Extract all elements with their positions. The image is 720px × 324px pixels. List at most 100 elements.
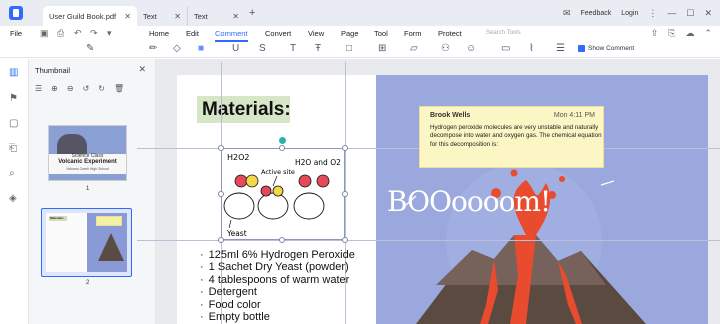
zoom-out-icon[interactable]: ⊖ [67,84,74,93]
menu-comment[interactable]: Comment [215,29,248,42]
color-swatch-icon[interactable]: ■ [198,43,204,54]
tab-text-2[interactable]: Text ✕ [187,6,245,26]
menu-tool[interactable]: Tool [374,29,388,38]
eraser-icon[interactable]: ◇ [173,43,181,54]
tab-user-guild-book[interactable]: User Guild Book.pdf ✕ [43,6,137,26]
save-icon[interactable]: ▣ [40,28,49,39]
page-number: 2 [86,280,90,286]
thumbnail-text: Volcanic Experiment [58,159,117,165]
delete-icon[interactable]: 🗑 [114,84,124,93]
list-item: 1 Sachet Dry Yeast (powder) [200,261,355,273]
undo-icon[interactable]: ↶ [74,28,82,39]
menu-protect[interactable]: Protect [438,29,462,38]
login-link[interactable]: Login [621,10,638,17]
show-comment-label: Show Comment [588,45,635,52]
comment-icon[interactable]: ▢ [9,118,18,129]
minimize-icon[interactable]: — [667,8,676,18]
dropdown-icon[interactable]: ▾ [107,28,112,39]
thumbnail-text: Volcano Creek High School [66,167,109,171]
left-rail: ▥ ⚑ ▢ ⎗ ⌕ ◈ [0,59,29,324]
thumbnail-image [57,134,87,154]
shape-icon[interactable]: □ [346,43,352,54]
highlight-icon[interactable]: ✎ [86,43,94,54]
underline-icon[interactable]: U [232,43,239,54]
rotate-left-icon[interactable]: ↺ [83,84,90,93]
list-item: Empty bottle [200,311,355,323]
close-window-icon[interactable]: ✕ [704,8,712,19]
thumbnail-text: Materials: [49,216,67,221]
resize-handle[interactable] [218,191,224,197]
rotate-handle[interactable] [279,137,286,144]
strikethrough-icon[interactable]: S [259,43,266,54]
area-icon[interactable]: ▱ [410,43,418,54]
share-icon[interactable]: ⇪ [651,28,659,39]
menu-edit[interactable]: Edit [186,29,199,38]
new-tab-icon[interactable]: + [249,7,255,19]
menu-form[interactable]: Form [404,29,422,38]
collapse-icon[interactable]: ⌃ [704,28,712,39]
redo-icon[interactable]: ↷ [90,28,98,39]
resize-handle[interactable] [218,237,224,243]
comment-text: Hydrogen peroxide molecules are very uns… [430,124,602,148]
resize-handle[interactable] [279,145,285,151]
page-thumbnail-2[interactable]: Materials: [41,208,132,277]
layers-icon[interactable]: ◈ [9,193,17,204]
close-icon[interactable]: ✕ [232,12,239,21]
resize-handle[interactable] [279,237,285,243]
menu-view[interactable]: View [308,29,324,38]
resize-handle[interactable] [218,145,224,151]
comment-author: Brook Wells [430,112,471,119]
list-item: Detergent [200,286,355,298]
search-tools-input[interactable]: Search Tools [486,30,521,36]
attachment-icon[interactable]: ⌇ [529,43,534,54]
attachment-panel-icon[interactable]: ⎗ [9,143,17,154]
resize-handle[interactable] [342,145,348,151]
close-icon[interactable]: ✕ [138,64,146,75]
cloud-icon[interactable]: ☁ [685,28,694,39]
menu-page[interactable]: Page [341,29,359,38]
measure-icon[interactable]: ⊞ [378,43,386,54]
menu-bar: File ▣ ⎙ ↶ ↷ ▾ Home Edit Comment Convert… [0,26,720,42]
manage-comments-icon[interactable]: ☰ [556,43,565,54]
text-comment-icon[interactable]: Ŧ [315,43,321,54]
pencil-icon[interactable]: ✏ [149,43,157,54]
tab-label: User Guild Book.pdf [49,11,117,21]
textbox-icon[interactable]: T [290,43,296,54]
show-comment-toggle[interactable]: Show Comment [578,45,634,52]
search-icon[interactable]: ⌕ [9,168,15,179]
zoom-in-icon[interactable]: ⊕ [51,84,58,93]
export-icon[interactable]: ⎘ [668,28,675,39]
comment-toolbar: ✎ ✏ ◇ ■ U S T Ŧ □ ⊞ ▱ ⚇ ☺ ▭ ⌇ ☰ Show Com… [0,42,720,58]
stamp-icon[interactable]: ⚇ [441,43,450,54]
checkbox-checked-icon[interactable] [578,45,585,52]
signature-icon[interactable]: ☺ [466,43,476,54]
list-item: Food color [200,299,355,311]
sticky-note-icon[interactable]: ▭ [501,43,510,54]
page-thumbnail-1[interactable]: Science Class Volcanic Experiment Volcan… [48,125,127,181]
menu-convert[interactable]: Convert [265,29,291,38]
illustration-caption: BOOoooom! [387,185,551,218]
resize-handle[interactable] [342,237,348,243]
app-logo-icon [9,6,23,20]
thumbnail-icon[interactable]: ▥ [9,67,18,78]
comment-time: Mon 4:11 PM [553,112,595,119]
materials-heading: Materials: [197,96,291,123]
selection-frame[interactable] [221,148,345,240]
close-icon[interactable]: ✕ [124,12,131,21]
more-icon[interactable]: ⋮ [648,8,657,19]
print-icon[interactable]: ⎙ [57,28,64,39]
sticky-note-comment[interactable]: Brook Wells Mon 4:11 PM Hydrogen peroxid… [419,106,604,168]
menu-icon[interactable]: ☰ [35,84,42,93]
close-icon[interactable]: ✕ [174,12,181,21]
menu-file[interactable]: File [10,29,22,38]
resize-handle[interactable] [342,191,348,197]
bookmark-icon[interactable]: ⚑ [9,93,18,104]
tab-text-1[interactable]: Text ✕ [137,6,187,26]
maximize-icon[interactable]: ☐ [686,8,694,19]
feedback-link[interactable]: Feedback [580,10,611,17]
thumbnail-image [98,233,124,261]
rotate-right-icon[interactable]: ↻ [98,84,105,93]
menu-home[interactable]: Home [149,29,169,38]
title-bar: User Guild Book.pdf ✕ Text ✕ Text ✕ + ✉ … [0,0,720,26]
mail-icon[interactable]: ✉ [563,8,571,19]
